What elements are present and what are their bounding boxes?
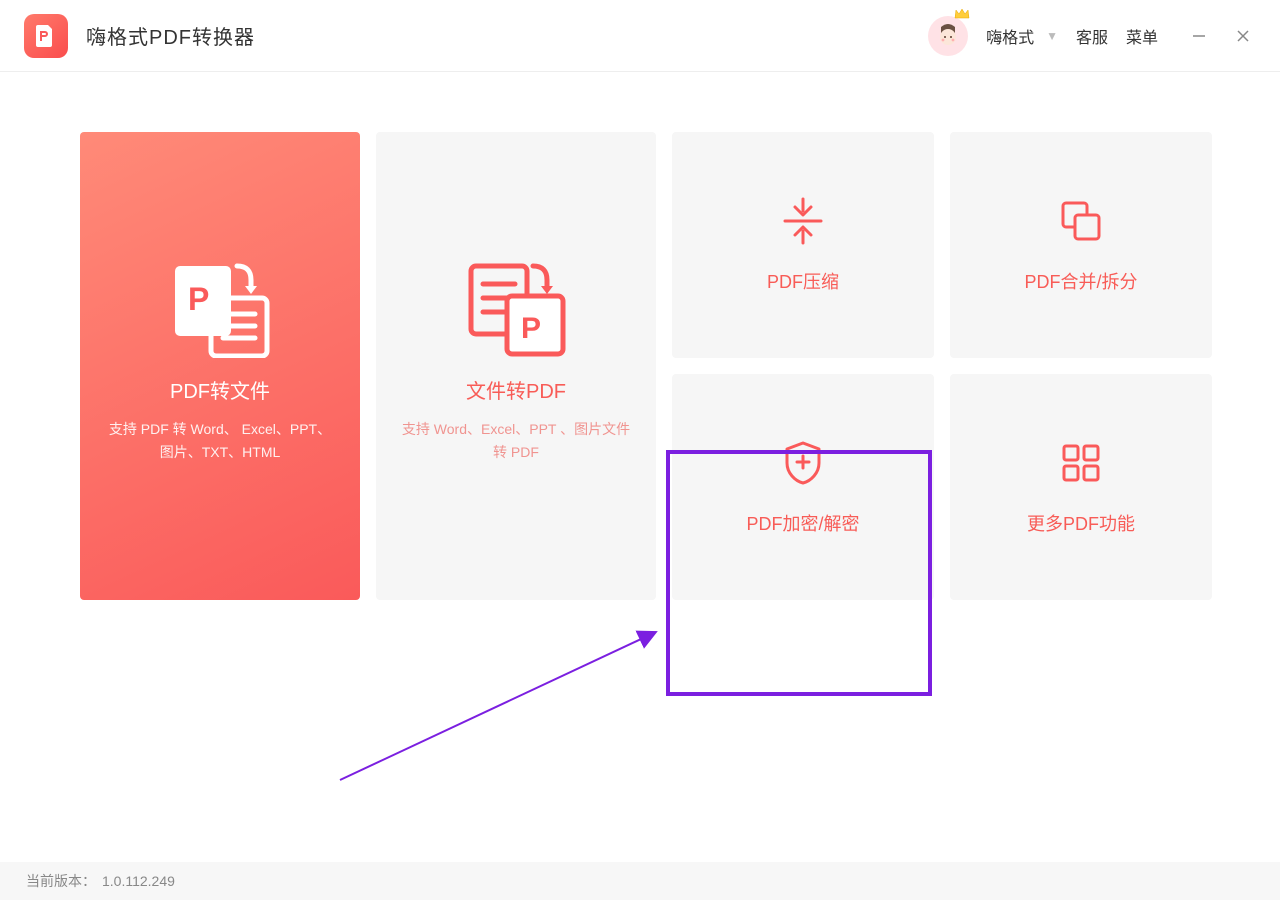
- svg-text:P: P: [188, 281, 209, 317]
- card-file-to-pdf[interactable]: P 文件转PDF 支持 Word、Excel、PPT 、图片文件转 PDF: [376, 132, 656, 600]
- app-logo: [24, 14, 68, 58]
- card-grid: P PDF转文件 支持 PDF 转 Word、 Excel、PPT、图片、TXT…: [80, 132, 1200, 600]
- avatar-face-icon: [933, 21, 963, 51]
- support-button[interactable]: 客服: [1076, 24, 1108, 48]
- menu-button[interactable]: 菜单: [1126, 24, 1158, 48]
- merge-split-icon: [1057, 196, 1105, 246]
- svg-text:P: P: [521, 312, 541, 345]
- card-subtitle: 支持 PDF 转 Word、 Excel、PPT、图片、TXT、HTML: [80, 418, 360, 463]
- close-button[interactable]: [1230, 23, 1256, 49]
- card-title: PDF加密/解密: [746, 510, 859, 536]
- grid-icon: [1059, 438, 1103, 488]
- version-label: 当前版本：: [26, 871, 96, 891]
- card-pdf-merge-split[interactable]: PDF合并/拆分: [950, 132, 1212, 358]
- window-controls: [1186, 23, 1256, 49]
- footer-bar: 当前版本： 1.0.112.249: [0, 862, 1280, 900]
- main-content: P PDF转文件 支持 PDF 转 Word、 Excel、PPT、图片、TXT…: [0, 72, 1280, 600]
- pdf-to-file-icon: P: [165, 269, 275, 347]
- card-title: PDF压缩: [767, 268, 839, 294]
- titlebar: 嗨格式PDF转换器 嗨格式 ▼ 客服 菜单: [0, 0, 1280, 72]
- avatar[interactable]: [928, 16, 968, 56]
- card-title: 文件转PDF: [466, 375, 566, 404]
- minimize-icon: [1192, 29, 1206, 43]
- card-title: PDF合并/拆分: [1024, 268, 1137, 294]
- file-to-pdf-icon: P: [461, 269, 571, 347]
- annotation-arrow: [330, 620, 670, 790]
- card-title: PDF转文件: [170, 375, 270, 404]
- compress-icon: [779, 196, 827, 246]
- card-pdf-encrypt[interactable]: PDF加密/解密: [672, 374, 934, 600]
- app-title: 嗨格式PDF转换器: [86, 21, 255, 50]
- card-pdf-to-file[interactable]: P PDF转文件 支持 PDF 转 Word、 Excel、PPT、图片、TXT…: [80, 132, 360, 600]
- titlebar-right: 嗨格式 ▼ 客服 菜单: [928, 16, 1256, 56]
- minimize-button[interactable]: [1186, 23, 1212, 49]
- version-value: 1.0.112.249: [102, 873, 175, 889]
- chevron-down-icon[interactable]: ▼: [1046, 29, 1058, 43]
- card-title: 更多PDF功能: [1027, 510, 1135, 536]
- shield-plus-icon: [781, 438, 825, 488]
- pdf-logo-icon: [33, 23, 59, 49]
- close-icon: [1236, 29, 1250, 43]
- user-name[interactable]: 嗨格式: [986, 24, 1034, 48]
- crown-icon: [954, 8, 970, 20]
- card-more-pdf[interactable]: 更多PDF功能: [950, 374, 1212, 600]
- card-subtitle: 支持 Word、Excel、PPT 、图片文件转 PDF: [376, 418, 656, 463]
- card-pdf-compress[interactable]: PDF压缩: [672, 132, 934, 358]
